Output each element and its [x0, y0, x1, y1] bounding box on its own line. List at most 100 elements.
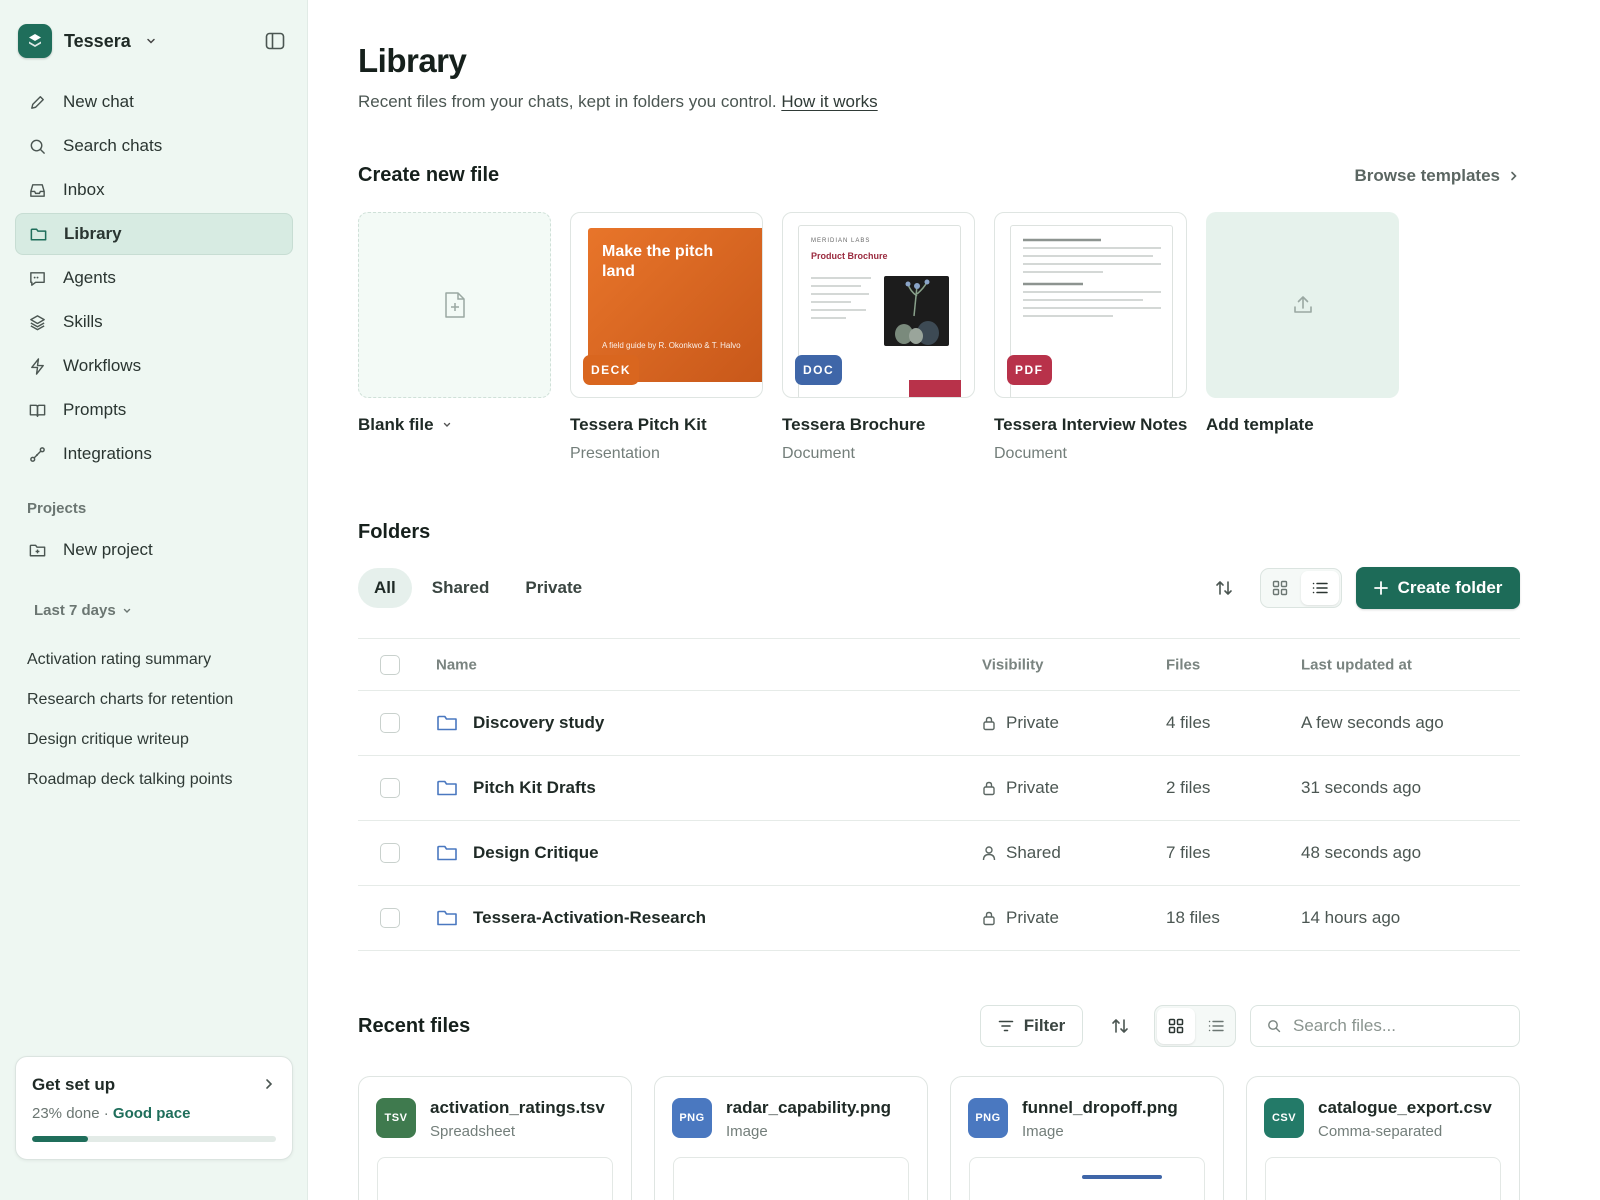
grid-view-button[interactable]: [1261, 569, 1299, 607]
table-row[interactable]: Design Critique Shared 7 files 48 second…: [358, 821, 1520, 886]
inbox-icon: [30, 183, 45, 197]
brochure-thumb[interactable]: MERIDIAN LABS Product Brochure DOC: [782, 212, 975, 398]
link-nodes-icon: [30, 446, 45, 462]
subtitle-text: Recent files from your chats, kept in fo…: [358, 92, 777, 111]
col-visibility[interactable]: Visibility: [982, 656, 1043, 673]
col-files[interactable]: Files: [1166, 656, 1200, 673]
folder-icon: [437, 780, 457, 796]
sidebar-item-library[interactable]: Library: [15, 213, 293, 255]
interview-notes-thumb[interactable]: PDF: [994, 212, 1187, 398]
main-content: Library Recent files from your chats, ke…: [358, 0, 1520, 1200]
vases-image: [884, 276, 949, 346]
chevron-right-icon: [1511, 171, 1517, 181]
how-it-works-link[interactable]: How it works: [781, 92, 877, 111]
sidebar-item-label: Prompts: [63, 400, 127, 419]
folder-icon: [30, 228, 47, 240]
updated-at: A few seconds ago: [1301, 713, 1444, 732]
book-icon: [29, 404, 46, 417]
sidebar-item-label: Skills: [63, 312, 103, 331]
folders-heading: Folders: [358, 521, 431, 543]
tessera-logo-icon: [18, 24, 52, 58]
search-files-input[interactable]: [1293, 1016, 1493, 1036]
file-card[interactable]: CSV catalogue_export.csv Comma-separated: [1246, 1076, 1520, 1200]
row-checkbox[interactable]: [380, 843, 400, 863]
row-checkbox[interactable]: [380, 778, 400, 798]
sidebar-item-new-chat[interactable]: New chat: [15, 81, 293, 123]
table-row[interactable]: Discovery study Private 4 files A few se…: [358, 691, 1520, 756]
list-view-button[interactable]: [1301, 571, 1339, 605]
row-checkbox[interactable]: [380, 713, 400, 733]
sidebar-item-skills[interactable]: Skills: [15, 301, 293, 343]
layers-icon: [30, 314, 45, 330]
recent-files-heading: Recent files: [358, 1015, 471, 1037]
blank-file-dropdown[interactable]: Blank file: [358, 415, 551, 435]
row-checkbox[interactable]: [380, 908, 400, 928]
folder-name-cell[interactable]: Pitch Kit Drafts: [436, 778, 596, 798]
blank-file-thumb[interactable]: [358, 212, 551, 398]
recent-chat-item[interactable]: Activation rating summary: [27, 640, 233, 680]
setup-pace: Good pace: [112, 1105, 191, 1122]
folder-plus-icon: [29, 544, 46, 556]
folder-name-cell[interactable]: Discovery study: [436, 713, 604, 733]
template-tile-brochure[interactable]: MERIDIAN LABS Product Brochure DOC Tesse…: [782, 212, 975, 463]
recent-chat-item[interactable]: Roadmap deck talking points: [27, 760, 233, 800]
recent-chat-item[interactable]: Research charts for retention: [27, 680, 233, 720]
col-updated[interactable]: Last updated at: [1301, 656, 1412, 673]
col-name[interactable]: Name: [436, 656, 477, 673]
select-all-checkbox[interactable]: [380, 654, 400, 675]
browse-templates-link[interactable]: Browse templates: [1355, 166, 1521, 186]
recent-files-grid: TSV activation_ratings.tsv Spreadsheet P…: [358, 1076, 1520, 1200]
folder-name-cell[interactable]: Tessera-Activation-Research: [436, 908, 706, 928]
template-tile-interview-notes[interactable]: PDF Tessera Interview Notes Document: [994, 212, 1187, 463]
sidebar-item-agents[interactable]: Agents: [15, 257, 293, 299]
page-subtitle: Recent files from your chats, kept in fo…: [358, 92, 878, 112]
chevron-right-icon: [266, 1079, 273, 1089]
table-row[interactable]: Pitch Kit Drafts Private 2 files 31 seco…: [358, 756, 1520, 821]
brochure-kicker: MERIDIAN LABS: [811, 238, 871, 244]
files-sort-button[interactable]: [1108, 1014, 1132, 1038]
sidebar-item-workflows[interactable]: Workflows: [15, 345, 293, 387]
lock-icon: [983, 781, 995, 796]
file-name: catalogue_export.csv: [1318, 1098, 1492, 1117]
setup-card[interactable]: Get set up 23% done · Good pace: [15, 1056, 293, 1160]
sidebar-item-inbox[interactable]: Inbox: [15, 169, 293, 211]
folders-sort-button[interactable]: [1212, 576, 1236, 600]
sidebar-item-search-chats[interactable]: Search chats: [15, 125, 293, 167]
table-row[interactable]: Tessera-Activation-Research Private 18 f…: [358, 886, 1520, 951]
file-card[interactable]: TSV activation_ratings.tsv Spreadsheet: [358, 1076, 632, 1200]
sidebar-item-prompts[interactable]: Prompts: [15, 389, 293, 431]
pitch-kit-thumb[interactable]: Make the pitch land A field guide by R. …: [570, 212, 763, 398]
file-type: Image: [1022, 1123, 1064, 1140]
file-card[interactable]: PNG radar_capability.png Image: [654, 1076, 928, 1200]
folder-name: Discovery study: [473, 713, 605, 732]
recent-chat-item[interactable]: Design critique writeup: [27, 720, 233, 760]
tab-all[interactable]: All: [358, 568, 412, 608]
file-card[interactable]: PNG funnel_dropoff.png Image: [950, 1076, 1224, 1200]
lock-icon: [983, 716, 995, 731]
filter-button[interactable]: Filter: [980, 1005, 1083, 1047]
file-type-icon: CSV: [1264, 1098, 1304, 1138]
list-icon: [1312, 582, 1328, 594]
visibility-label: Private: [1006, 778, 1059, 797]
visibility-cell: Private: [982, 908, 1059, 928]
tab-shared[interactable]: Shared: [416, 568, 506, 608]
list-view-button[interactable]: [1197, 1006, 1235, 1046]
file-count: 18 files: [1166, 908, 1220, 927]
sidebar-toggle-icon[interactable]: [264, 31, 286, 51]
new-project-button[interactable]: New project: [15, 530, 293, 570]
sidebar-item-integrations[interactable]: Integrations: [15, 433, 293, 475]
folder-name-cell[interactable]: Design Critique: [436, 843, 599, 863]
template-tile-pitch-kit[interactable]: Make the pitch land A field guide by R. …: [570, 212, 763, 463]
add-template-thumb[interactable]: [1206, 212, 1399, 398]
brochure-accent-block: [909, 380, 961, 397]
browse-templates-label: Browse templates: [1354, 166, 1501, 185]
deck-cover-title: Make the pitch land: [602, 243, 714, 280]
setup-separator: ·: [103, 1105, 109, 1122]
create-folder-button[interactable]: Create folder: [1356, 567, 1520, 609]
template-tile-add[interactable]: Add template: [1206, 212, 1399, 463]
visibility-label: Shared: [1006, 843, 1061, 862]
workspace-switcher[interactable]: Tessera: [18, 24, 157, 58]
tab-private[interactable]: Private: [509, 568, 598, 608]
grid-view-button[interactable]: [1157, 1008, 1195, 1044]
recent-group-toggle[interactable]: Last 7 days: [34, 602, 132, 619]
